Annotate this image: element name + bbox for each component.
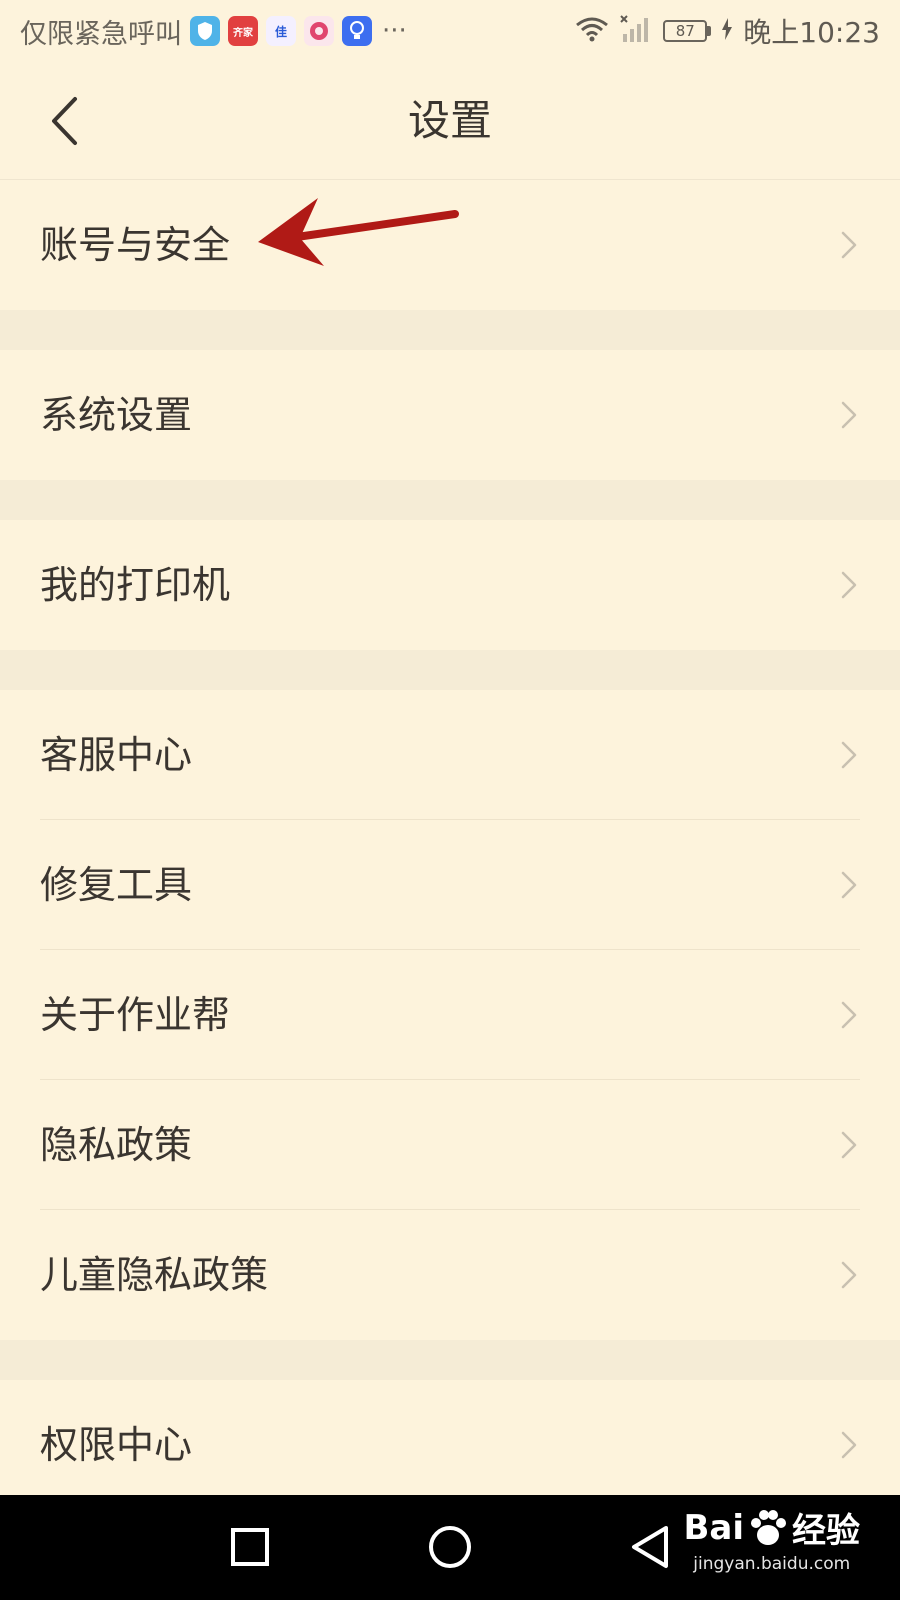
battery-icon: 87 xyxy=(663,20,712,42)
battery-level: 87 xyxy=(663,20,708,42)
pink-app-icon xyxy=(304,16,334,46)
section-support: 客服中心 修复工具 关于作业帮 隐私政策 儿童隐私政策 xyxy=(0,690,900,1340)
more-notifications-icon: ··· xyxy=(382,16,407,46)
chevron-right-icon xyxy=(841,1131,857,1159)
clock: 晚上10:23 xyxy=(743,16,880,49)
signal-icon xyxy=(619,14,653,48)
section-system: 系统设置 xyxy=(0,350,900,480)
triangle-back-icon xyxy=(632,1526,668,1568)
stripes-icon: 佳 xyxy=(266,16,296,46)
section-gap xyxy=(0,480,900,520)
chevron-right-icon xyxy=(841,401,857,429)
annotation-arrow-icon xyxy=(258,198,459,266)
section-gap xyxy=(0,650,900,690)
chevron-right-icon xyxy=(841,741,857,769)
settings-item-label: 关于作业帮 xyxy=(40,993,231,1037)
page-title: 设置 xyxy=(407,96,492,145)
watermark-brand-suffix: 经验 xyxy=(792,1511,860,1551)
recent-apps-button[interactable] xyxy=(220,1517,280,1577)
settings-item-label: 客服中心 xyxy=(40,733,193,777)
section-printer: 我的打印机 xyxy=(0,520,900,650)
settings-item-label: 隐私政策 xyxy=(40,1123,193,1167)
status-left: 仅限紧急呼叫 齐家 佳 ··· xyxy=(20,12,407,51)
settings-item-customer-service[interactable]: 客服中心 xyxy=(0,690,900,820)
settings-item-privacy-policy[interactable]: 隐私政策 xyxy=(0,1080,900,1210)
qijia-icon: 齐家 xyxy=(228,16,258,46)
carrier-text: 仅限紧急呼叫 xyxy=(20,18,182,50)
charging-icon xyxy=(721,17,733,45)
chevron-right-icon xyxy=(841,571,857,599)
chevron-right-icon xyxy=(841,1261,857,1289)
settings-item-label: 儿童隐私政策 xyxy=(40,1253,269,1297)
chevron-right-icon xyxy=(841,1431,857,1459)
section-gap xyxy=(0,1340,900,1380)
settings-item-children-privacy-policy[interactable]: 儿童隐私政策 xyxy=(0,1210,900,1340)
square-icon xyxy=(231,1528,269,1566)
settings-item-label: 修复工具 xyxy=(40,863,193,907)
settings-item-label: 系统设置 xyxy=(40,393,193,437)
settings-item-about[interactable]: 关于作业帮 xyxy=(0,950,900,1080)
watermark-url: jingyan.baidu.com xyxy=(693,1554,851,1574)
bulb-icon xyxy=(342,16,372,46)
chevron-right-icon xyxy=(841,871,857,899)
settings-item-my-printer[interactable]: 我的打印机 xyxy=(0,520,900,650)
chevron-right-icon xyxy=(841,231,857,259)
settings-item-label: 账号与安全 xyxy=(40,223,231,267)
wifi-icon xyxy=(575,15,609,47)
settings-item-permission-center[interactable]: 权限中心 xyxy=(0,1380,900,1495)
shield-icon xyxy=(190,16,220,46)
settings-item-label: 我的打印机 xyxy=(40,563,231,607)
header: 设置 xyxy=(0,62,900,180)
baidu-jingyan-watermark: Bai 经验 jingyan.baidu.com xyxy=(683,1503,860,1575)
settings-item-label: 权限中心 xyxy=(40,1423,193,1467)
section-gap xyxy=(0,310,900,350)
settings-item-system-settings[interactable]: 系统设置 xyxy=(0,350,900,480)
status-bar: 仅限紧急呼叫 齐家 佳 ··· 87 晚上10:23 xyxy=(0,0,900,62)
paw-icon xyxy=(751,1509,786,1545)
home-button[interactable] xyxy=(420,1517,480,1577)
section-permissions: 权限中心 xyxy=(0,1380,900,1495)
navigation-bar: Bai 经验 jingyan.baidu.com xyxy=(0,1495,900,1600)
settings-item-repair-tool[interactable]: 修复工具 xyxy=(0,820,900,950)
circle-icon xyxy=(429,1526,471,1568)
back-nav-button[interactable] xyxy=(620,1517,680,1577)
watermark-brand: Bai xyxy=(683,1507,744,1548)
chevron-right-icon xyxy=(841,1001,857,1029)
status-right: 87 晚上10:23 xyxy=(575,11,880,51)
